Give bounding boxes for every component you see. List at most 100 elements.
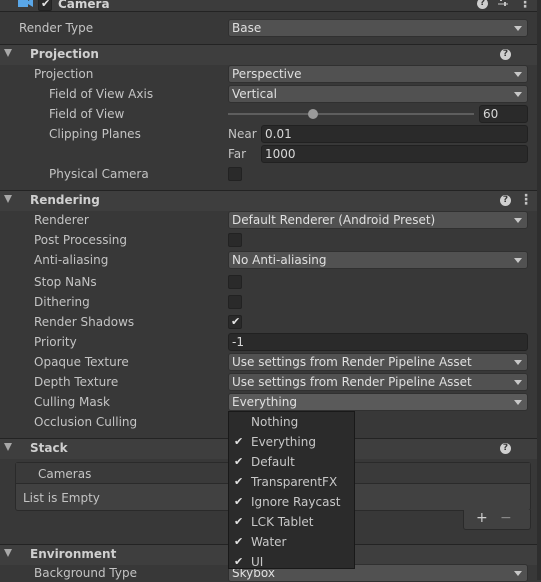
checkmark-icon: ✔ (234, 495, 244, 508)
culling-mask-menu-item-label: Everything (251, 435, 316, 449)
anti-aliasing-dropdown[interactable]: No Anti-aliasing (228, 251, 528, 269)
far-field[interactable]: 1000 (261, 145, 528, 163)
culling-mask-menu-item[interactable]: ✔ Default (229, 452, 354, 472)
culling-mask-menu-item[interactable]: ✔ Ignore Raycast (229, 492, 354, 512)
projection-dropdown[interactable]: Perspective (228, 65, 528, 83)
dropdown-arrow-icon (514, 26, 522, 31)
list-footer (463, 510, 531, 530)
fov-slider-track (228, 113, 474, 115)
projection-section-header[interactable]: Projection ? (0, 44, 541, 65)
checkmark-icon: ✔ (234, 435, 244, 448)
checkmark-icon: ✔ (234, 555, 244, 568)
physical-camera-label: Physical Camera (49, 167, 149, 181)
dropdown-arrow-icon (514, 258, 522, 263)
sliders-icon[interactable] (497, 0, 509, 8)
depth-texture-dropdown[interactable]: Use settings from Render Pipeline Asset (228, 373, 528, 391)
culling-mask-dropdown[interactable]: Everything (228, 393, 528, 411)
projection-label: Projection (34, 67, 94, 81)
add-list-item-button[interactable]: + (476, 510, 488, 526)
checkmark-icon: ✔ (41, 0, 51, 10)
divider (0, 44, 541, 45)
culling-mask-menu-item[interactable]: ✔ Everything (229, 432, 354, 452)
cameras-list-title: Cameras (38, 467, 92, 481)
checkmark-icon: ✔ (234, 475, 244, 488)
far-value: 1000 (265, 147, 296, 161)
stop-nans-checkbox[interactable] (228, 275, 242, 289)
dropdown-arrow-icon (514, 380, 522, 385)
priority-value: -1 (232, 335, 244, 349)
kebab-menu-icon[interactable]: ⋮ (519, 193, 533, 207)
render-type-dropdown[interactable]: Base (228, 19, 528, 37)
foldout-arrow-icon[interactable] (4, 549, 12, 557)
culling-mask-menu-item-label: UI (251, 555, 264, 569)
culling-mask-menu-item[interactable]: ✔ Water (229, 532, 354, 552)
culling-mask-menu-item[interactable]: Nothing (229, 412, 354, 432)
dropdown-arrow-icon (514, 400, 522, 405)
fov-value: 60 (483, 107, 499, 121)
stack-section-title: Stack (30, 441, 68, 455)
render-type-label: Render Type (19, 21, 94, 35)
near-label: Near (228, 127, 257, 141)
environment-section-title: Environment (30, 547, 117, 561)
opaque-texture-label: Opaque Texture (34, 355, 129, 369)
dropdown-arrow-icon (514, 360, 522, 365)
foldout-arrow-icon[interactable] (4, 49, 12, 57)
culling-mask-menu-item[interactable]: ✔ UI (229, 552, 354, 572)
culling-mask-menu-item-label: Default (251, 455, 295, 469)
renderer-dropdown[interactable]: Default Renderer (Android Preset) (228, 211, 528, 229)
dithering-checkbox[interactable] (228, 295, 242, 309)
camera-component-header: ✔ Camera ? ⋮ (0, 0, 541, 12)
checkmark-icon: ✔ (234, 455, 244, 468)
camera-component-icon (18, 0, 33, 7)
near-value: 0.01 (265, 127, 292, 141)
renderer-label: Renderer (34, 213, 89, 227)
dropdown-arrow-icon (514, 72, 522, 77)
projection-section-title: Projection (30, 47, 99, 61)
culling-mask-menu: Nothing ✔ Everything ✔ Default ✔ TransparentFX… (228, 411, 355, 569)
render-shadows-checkbox[interactable]: ✔ (228, 315, 242, 329)
foldout-arrow-icon[interactable] (4, 195, 12, 203)
rendering-section-title: Rendering (30, 193, 100, 207)
stop-nans-label: Stop NaNs (34, 275, 97, 289)
help-icon[interactable]: ? (500, 49, 511, 60)
clipping-planes-label: Clipping Planes (49, 127, 141, 141)
culling-mask-menu-item[interactable]: ✔ TransparentFX (229, 472, 354, 492)
anti-aliasing-label: Anti-aliasing (34, 253, 109, 267)
near-field[interactable]: 0.01 (261, 125, 528, 143)
far-label: Far (228, 147, 247, 161)
help-icon[interactable]: ? (500, 195, 511, 206)
priority-field[interactable]: -1 (228, 333, 528, 351)
renderer-value: Default Renderer (Android Preset) (232, 213, 436, 227)
fov-axis-value: Vertical (232, 87, 277, 101)
dithering-label: Dithering (34, 295, 90, 309)
projection-value: Perspective (232, 67, 302, 81)
fov-axis-label: Field of View Axis (49, 87, 154, 101)
remove-list-item-button[interactable]: − (500, 510, 512, 526)
foldout-arrow-icon[interactable] (4, 443, 12, 451)
culling-mask-menu-item-label: Nothing (251, 415, 299, 429)
fov-slider-thumb[interactable] (308, 109, 318, 119)
fov-slider[interactable] (228, 106, 474, 122)
help-icon[interactable]: ? (477, 0, 488, 9)
fov-label: Field of View (49, 107, 125, 121)
background-type-label: Background Type (34, 566, 137, 580)
culling-mask-menu-item-label: LCK Tablet (251, 515, 314, 529)
physical-camera-checkbox[interactable] (228, 167, 242, 181)
culling-mask-label: Culling Mask (34, 395, 110, 409)
rendering-section-header[interactable]: Rendering ? ⋮ (0, 190, 541, 211)
scrollbar[interactable] (537, 0, 541, 580)
culling-mask-menu-item[interactable]: ✔ LCK Tablet (229, 512, 354, 532)
post-processing-checkbox[interactable] (228, 233, 242, 247)
post-processing-label: Post Processing (34, 233, 127, 247)
kebab-menu-icon[interactable]: ⋮ (518, 0, 532, 10)
fov-axis-dropdown[interactable]: Vertical (228, 85, 528, 103)
camera-enabled-checkbox[interactable]: ✔ (38, 0, 52, 11)
render-type-value: Base (232, 21, 262, 35)
depth-texture-value: Use settings from Render Pipeline Asset (232, 375, 472, 389)
checkmark-icon: ✔ (234, 515, 244, 528)
help-icon[interactable]: ? (500, 443, 511, 454)
opaque-texture-dropdown[interactable]: Use settings from Render Pipeline Asset (228, 353, 528, 371)
priority-label: Priority (34, 335, 77, 349)
dropdown-arrow-icon (514, 218, 522, 223)
fov-value-field[interactable]: 60 (479, 105, 528, 123)
